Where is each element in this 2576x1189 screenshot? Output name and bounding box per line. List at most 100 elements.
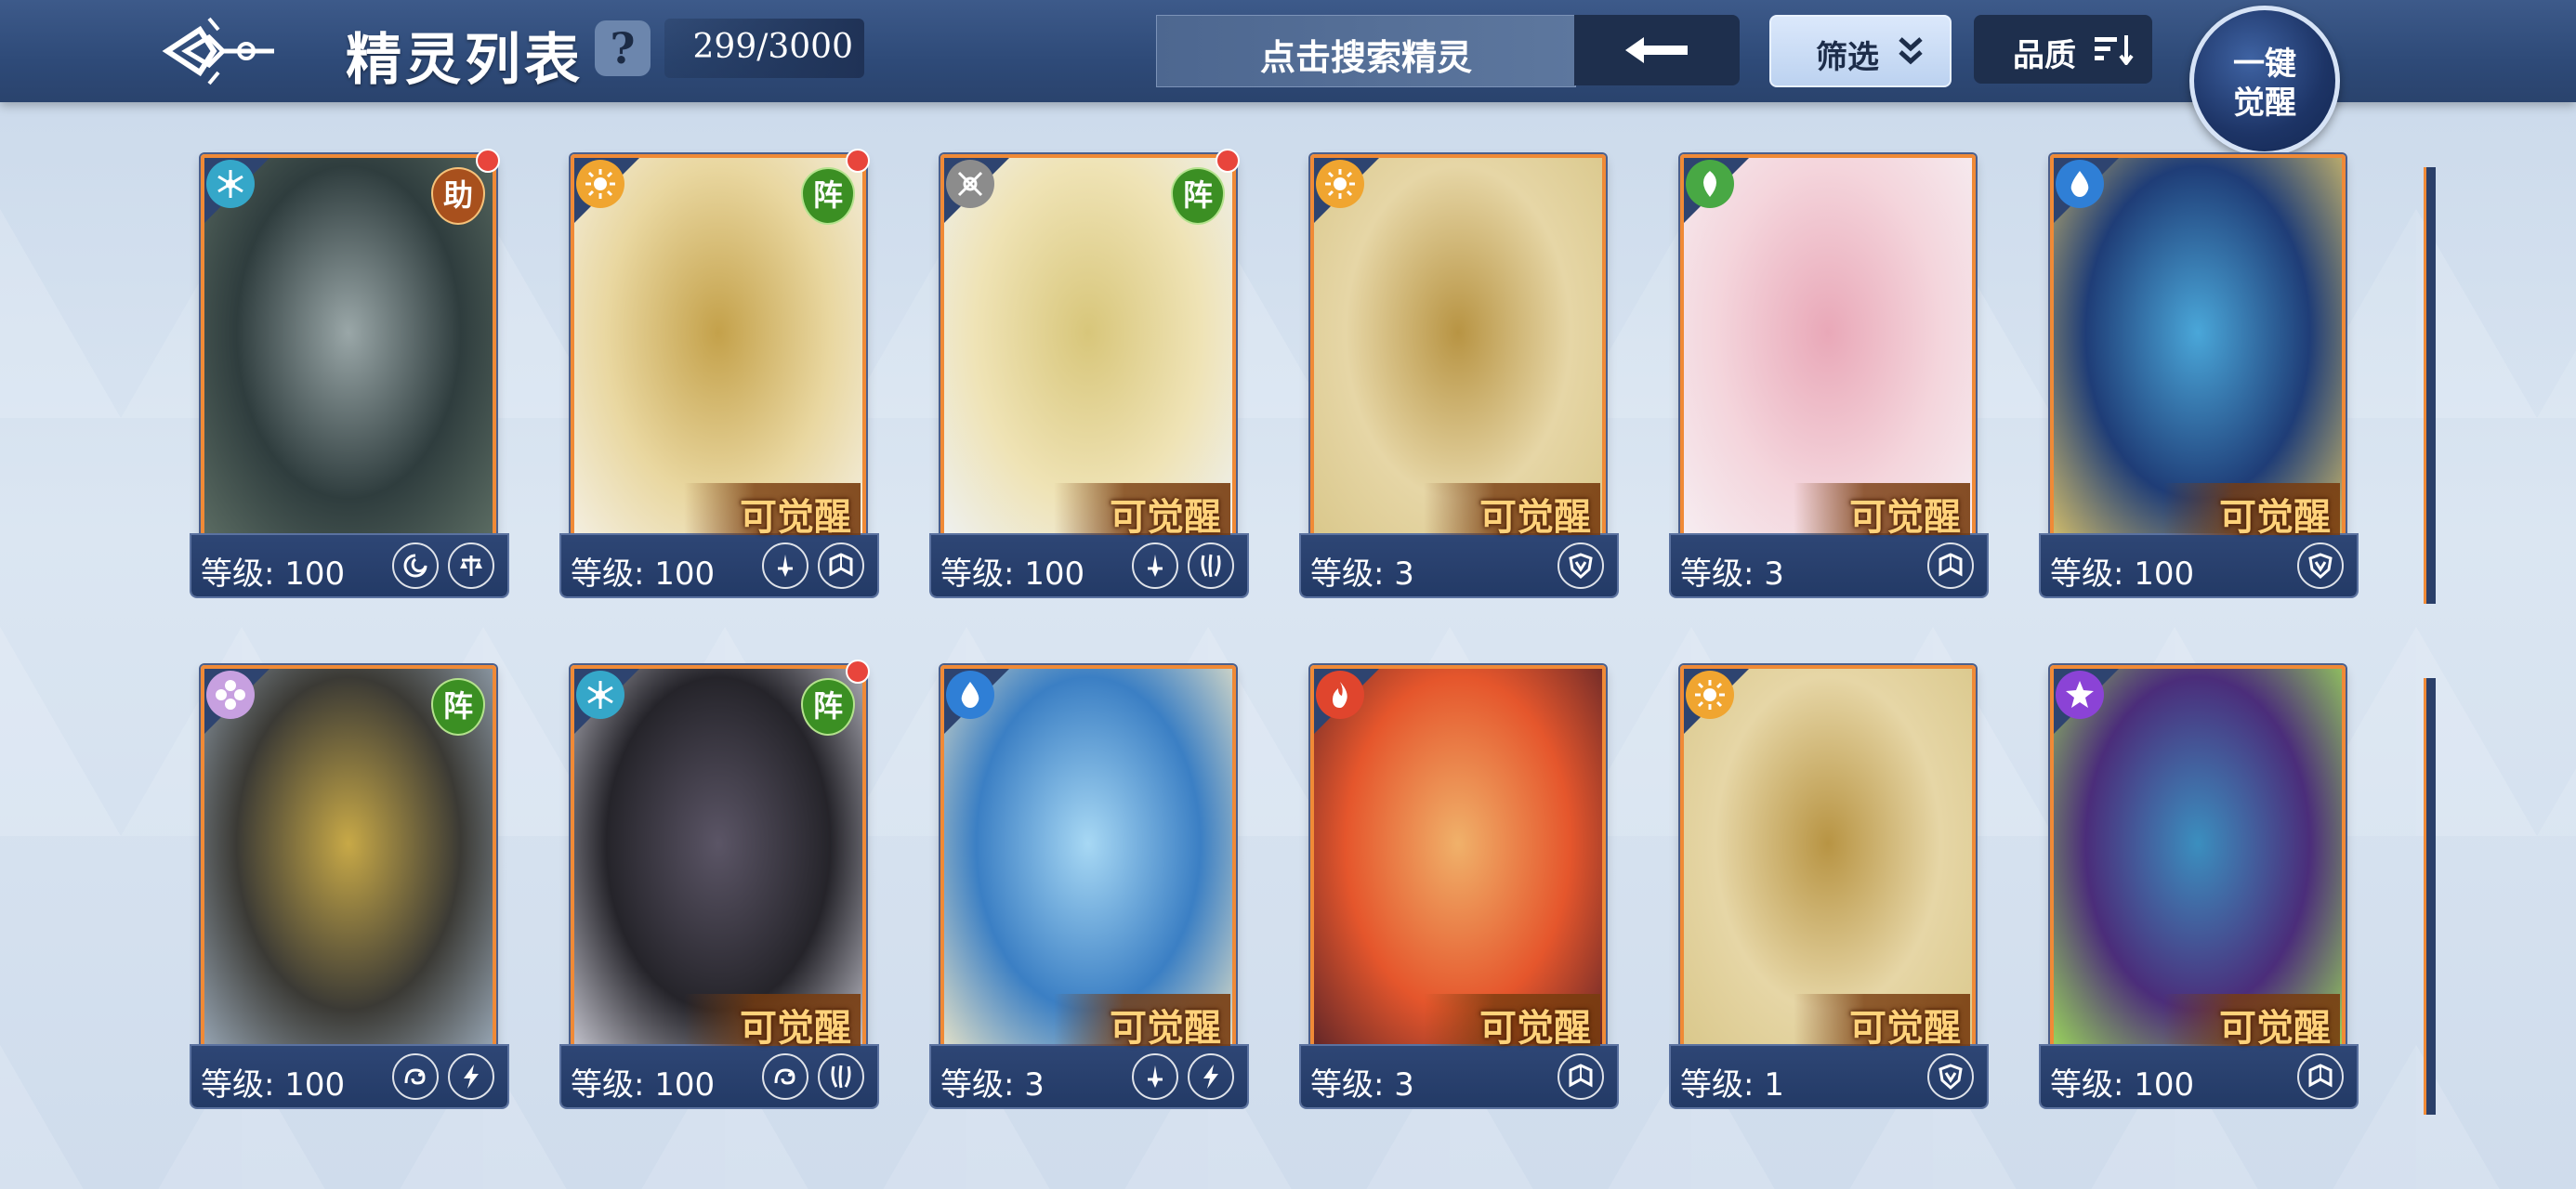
- card-info-bar: 等级: 100: [191, 535, 507, 596]
- book-icon: [2297, 1053, 2344, 1100]
- card-info-bar: 等级: 100: [931, 535, 1247, 596]
- sword-icon: [762, 542, 808, 589]
- back-emblem-icon[interactable]: [158, 11, 279, 91]
- new-notification-dot: [846, 149, 870, 173]
- sun-element-icon: [576, 160, 624, 208]
- shield-icon: [1927, 1053, 1974, 1100]
- card-info-bar: 等级: 3: [1301, 535, 1617, 596]
- star-snowflake-element-icon: [206, 160, 255, 208]
- card-info-bar: 等级: 3: [1671, 535, 1987, 596]
- claw-icon: [1188, 542, 1234, 589]
- awakenable-label: 可觉醒: [2163, 483, 2340, 539]
- card-frame: 可觉醒: [1680, 154, 1976, 550]
- awakenable-text: 可觉醒: [2219, 1006, 2331, 1050]
- card-frame: 可觉醒: [2050, 154, 2346, 550]
- level-label: 等级: 3: [940, 1066, 1045, 1104]
- help-button[interactable]: ?: [595, 20, 651, 76]
- quality-label: 品质: [2013, 37, 2076, 74]
- fire-element-icon: [1316, 671, 1364, 719]
- level-label: 等级: 100: [201, 555, 346, 593]
- partial-card-edge[interactable]: [2424, 167, 2436, 604]
- book-icon: [818, 542, 864, 589]
- level-label: 等级: 100: [571, 1066, 716, 1104]
- clear-search-button[interactable]: [1574, 15, 1740, 85]
- level-label: 等级: 3: [1680, 555, 1784, 593]
- spirit-card[interactable]: 助等级: 100: [180, 149, 507, 598]
- card-info-bar: 等级: 3: [1301, 1046, 1617, 1107]
- search-input[interactable]: 点击搜索精灵: [1156, 15, 1576, 87]
- sort-quality-button[interactable]: 品质: [1974, 15, 2152, 84]
- spirit-card[interactable]: 可觉醒阵等级: 100: [920, 149, 1247, 598]
- filter-button[interactable]: 筛选: [1769, 15, 1952, 87]
- new-notification-dot: [1216, 149, 1240, 173]
- awakenable-text: 可觉醒: [2219, 495, 2331, 539]
- card-frame: 可觉醒: [1310, 154, 1606, 550]
- spirit-card[interactable]: 可觉醒阵等级: 100: [550, 660, 877, 1109]
- poison-star-element-icon: [2056, 671, 2104, 719]
- awakenable-text: 可觉醒: [1110, 1006, 1221, 1050]
- spirit-card[interactable]: 可觉醒等级: 3: [1660, 154, 1987, 598]
- spirit-card[interactable]: 可觉醒 等级: 100: [2030, 154, 2357, 598]
- book-icon: [1927, 542, 1974, 589]
- spirit-card[interactable]: 可觉醒 等级: 100: [2030, 665, 2357, 1109]
- spirit-count: 299/3000: [664, 19, 864, 78]
- level-label: 等级: 100: [2050, 1066, 2195, 1104]
- awaken-label-line2: 觉醒: [2233, 85, 2296, 122]
- trait-badges: [1927, 542, 1974, 589]
- level-label: 等级: 100: [201, 1066, 346, 1104]
- card-frame: 可觉醒: [1680, 665, 1976, 1061]
- spirit-card[interactable]: 可觉醒 等级: 1: [1660, 665, 1987, 1109]
- awakenable-label: 可觉醒: [1424, 994, 1600, 1050]
- swirl-icon: [392, 542, 439, 589]
- trait-badges: [2297, 1053, 2344, 1100]
- partial-card-edge[interactable]: [2424, 678, 2436, 1115]
- trait-badges: [392, 1053, 494, 1100]
- lightning-icon: [1188, 1053, 1234, 1100]
- card-frame: 可觉醒: [2050, 665, 2346, 1061]
- dragon-icon: [762, 1053, 808, 1100]
- trait-badges: [1557, 1053, 1604, 1100]
- leaf-element-icon: [1686, 160, 1734, 208]
- level-label: 等级: 100: [2050, 555, 2195, 593]
- scale-icon: [448, 542, 494, 589]
- book-icon: [1557, 1053, 1604, 1100]
- level-label: 等级: 100: [940, 555, 1085, 593]
- spirit-card[interactable]: 可觉醒 等级: 3: [1290, 665, 1617, 1109]
- card-frame: 可觉醒: [940, 665, 1236, 1061]
- lightning-icon: [448, 1053, 494, 1100]
- trait-badges: [2297, 542, 2344, 589]
- awakenable-text: 可觉醒: [1849, 495, 1961, 539]
- spirit-card[interactable]: 可觉醒阵等级: 100: [550, 149, 877, 598]
- double-chevron-down-icon: [1899, 37, 1923, 65]
- filter-label: 筛选: [1816, 39, 1879, 76]
- level-label: 等级: 100: [571, 555, 716, 593]
- card-info-bar: 等级: 100: [2041, 1046, 2357, 1107]
- card-info-bar: 等级: 100: [561, 535, 877, 596]
- awakenable-label: 可觉醒: [1794, 483, 1970, 539]
- sort-descending-icon: [2095, 35, 2134, 65]
- trait-badges: [392, 542, 494, 589]
- trait-badges: [1132, 542, 1234, 589]
- awakenable-label: 可觉醒: [1054, 483, 1230, 539]
- card-info-bar: 等级: 100: [561, 1046, 877, 1107]
- awakenable-label: 可觉醒: [1054, 994, 1230, 1050]
- spirit-card[interactable]: 可觉醒 等级: 3: [1290, 154, 1617, 598]
- trait-badges: [762, 1053, 864, 1100]
- awakenable-text: 可觉醒: [1849, 1006, 1961, 1050]
- water-element-icon: [946, 671, 994, 719]
- awakenable-text: 可觉醒: [1479, 495, 1591, 539]
- card-info-bar: 等级: 1: [1671, 1046, 1987, 1107]
- sun-element-icon: [1686, 671, 1734, 719]
- trait-badges: [1927, 1053, 1974, 1100]
- spirit-count-text: 299/3000: [692, 28, 853, 66]
- awakenable-label: 可觉醒: [1424, 483, 1600, 539]
- spirit-card[interactable]: 阵等级: 100: [180, 665, 507, 1109]
- spirit-card[interactable]: 可觉醒等级: 3: [920, 665, 1247, 1109]
- sword-icon: [1132, 542, 1178, 589]
- awakenable-text: 可觉醒: [1479, 1006, 1591, 1050]
- awakenable-text: 可觉醒: [740, 495, 851, 539]
- one-click-awaken-button[interactable]: 一键 觉醒: [2189, 6, 2340, 156]
- awakenable-label: 可觉醒: [2163, 994, 2340, 1050]
- shield-icon: [1557, 542, 1604, 589]
- card-info-bar: 等级: 100: [191, 1046, 507, 1107]
